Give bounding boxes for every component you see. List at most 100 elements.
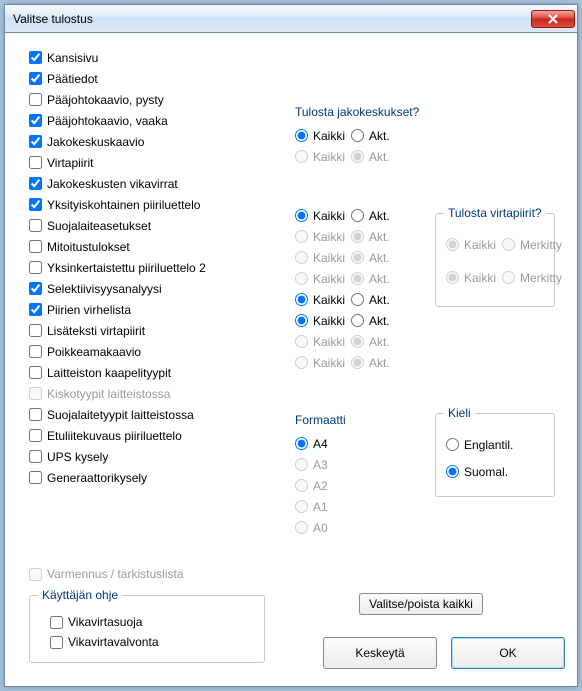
radio-option[interactable]: Kaikki: [295, 129, 345, 143]
section-jakokeskukset: Tulosta jakokeskukset? KaikkiAkt.KaikkiA…: [295, 105, 425, 167]
checkbox-row[interactable]: Poikkeamakaavio: [29, 341, 269, 362]
checkbox-row[interactable]: Jakokeskuskaavio: [29, 131, 269, 152]
ok-button[interactable]: OK: [451, 637, 565, 669]
radio-option: Merkitty: [502, 238, 562, 252]
list-checkbox[interactable]: [29, 282, 42, 295]
radio-row: KaikkiMerkitty: [446, 234, 544, 255]
jako-title: Tulosta jakokeskukset?: [295, 105, 425, 119]
radio-input: [295, 335, 308, 348]
list-checkbox[interactable]: [29, 366, 42, 379]
list-checkbox[interactable]: [29, 219, 42, 232]
checkbox-row[interactable]: Selektiivisyysanalyysi: [29, 278, 269, 299]
radio-option[interactable]: Kaikki: [295, 209, 345, 223]
list-checkbox[interactable]: [29, 72, 42, 85]
ohje-checkbox-row[interactable]: Vikavirtasuoja: [50, 612, 254, 632]
radio-option: Kaikki: [295, 335, 345, 349]
radio-option[interactable]: A3: [295, 458, 328, 472]
checkbox-row[interactable]: Piirien virhelista: [29, 299, 269, 320]
list-checkbox[interactable]: [29, 93, 42, 106]
list-checkbox[interactable]: [29, 135, 42, 148]
list-checkbox[interactable]: [29, 408, 42, 421]
radio-option[interactable]: A1: [295, 500, 328, 514]
radio-input[interactable]: [295, 293, 308, 306]
list-checkbox[interactable]: [29, 198, 42, 211]
list-checkbox[interactable]: [29, 261, 42, 274]
radio-input[interactable]: [351, 209, 364, 222]
list-checkbox[interactable]: [29, 177, 42, 190]
checkbox-row[interactable]: UPS kysely: [29, 446, 269, 467]
radio-option[interactable]: A4: [295, 437, 328, 451]
checkbox-row[interactable]: Generaattorikysely: [29, 467, 269, 488]
checkbox-row[interactable]: Päätiedot: [29, 68, 269, 89]
checkbox-row[interactable]: Pääjohtokaavio, vaaka: [29, 110, 269, 131]
radio-input[interactable]: [295, 458, 308, 471]
radio-input[interactable]: [295, 129, 308, 142]
section-piiri-radios: KaikkiAkt.KaikkiAkt.KaikkiAkt.KaikkiAkt.…: [295, 205, 425, 373]
checkbox-label: Päätiedot: [47, 72, 98, 86]
checkbox-row[interactable]: Yksityiskohtainen piiriluettelo: [29, 194, 269, 215]
radio-input[interactable]: [351, 314, 364, 327]
radio-row: A2: [295, 475, 415, 496]
ohje-checkbox-row[interactable]: Vikavirtavalvonta: [50, 632, 254, 652]
close-button[interactable]: [531, 10, 575, 28]
radio-input[interactable]: [295, 500, 308, 513]
checkbox-row[interactable]: Laitteiston kaapelityypit: [29, 362, 269, 383]
radio-option: Kaikki: [295, 356, 345, 370]
list-checkbox[interactable]: [29, 303, 42, 316]
checkbox-row[interactable]: Virtapiirit: [29, 152, 269, 173]
cancel-button[interactable]: Keskeytä: [323, 637, 437, 669]
radio-input[interactable]: [446, 465, 459, 478]
radio-row: KaikkiAkt.: [295, 247, 425, 268]
list-checkbox[interactable]: [29, 114, 42, 127]
checkbox-row[interactable]: Suojalaitetyypit laitteistossa: [29, 404, 269, 425]
varmennus-label: Varmennus / tarkistuslista: [47, 567, 184, 581]
radio-input[interactable]: [295, 479, 308, 492]
radio-input[interactable]: [351, 293, 364, 306]
radio-input[interactable]: [295, 314, 308, 327]
checkbox-row[interactable]: Yksinkertaistettu piiriluettelo 2: [29, 257, 269, 278]
radio-option[interactable]: Kaikki: [295, 293, 345, 307]
select-all-button[interactable]: Valitse/poista kaikki: [359, 593, 483, 615]
list-checkbox[interactable]: [29, 156, 42, 169]
radio-option[interactable]: Kaikki: [295, 314, 345, 328]
radio-input[interactable]: [295, 209, 308, 222]
list-checkbox[interactable]: [29, 450, 42, 463]
radio-option[interactable]: Akt.: [351, 129, 390, 143]
radio-option[interactable]: A0: [295, 521, 328, 535]
checkbox-row[interactable]: Jakokeskusten vikavirrat: [29, 173, 269, 194]
checkbox-row[interactable]: Kansisivu: [29, 47, 269, 68]
radio-option: Merkitty: [502, 271, 562, 285]
ohje-checkbox[interactable]: [50, 636, 63, 649]
list-checkbox[interactable]: [29, 51, 42, 64]
radio-option[interactable]: Akt.: [351, 314, 390, 328]
radio-input[interactable]: [295, 437, 308, 450]
radio-option[interactable]: Akt.: [351, 293, 390, 307]
ohje-checkbox[interactable]: [50, 616, 63, 629]
radio-option: Akt.: [351, 230, 390, 244]
ohje-title: Käyttäjän ohje: [38, 588, 122, 602]
list-checkbox[interactable]: [29, 324, 42, 337]
radio-option: Kaikki: [446, 238, 496, 252]
checkbox-label: Jakokeskusten vikavirrat: [47, 177, 178, 191]
radio-input: [295, 272, 308, 285]
list-checkbox: [29, 387, 42, 400]
radio-input[interactable]: [351, 129, 364, 142]
radio-input[interactable]: [446, 438, 459, 451]
checkbox-row[interactable]: Pääjohtokaavio, pysty: [29, 89, 269, 110]
checkbox-row[interactable]: Mitoitustulokset: [29, 236, 269, 257]
list-checkbox[interactable]: [29, 240, 42, 253]
radio-option[interactable]: Suomal.: [446, 465, 508, 479]
list-checkbox[interactable]: [29, 345, 42, 358]
radio-option[interactable]: Englantil.: [446, 438, 513, 452]
radio-input: [295, 356, 308, 369]
checkbox-row[interactable]: Lisäteksti virtapiirit: [29, 320, 269, 341]
radio-option[interactable]: A2: [295, 479, 328, 493]
radio-input: [351, 230, 364, 243]
list-checkbox[interactable]: [29, 471, 42, 484]
radio-option[interactable]: Akt.: [351, 209, 390, 223]
radio-input[interactable]: [295, 521, 308, 534]
radio-option: Akt.: [351, 356, 390, 370]
list-checkbox[interactable]: [29, 429, 42, 442]
checkbox-row[interactable]: Suojalaiteasetukset: [29, 215, 269, 236]
checkbox-row[interactable]: Etuliitekuvaus piiriluettelo: [29, 425, 269, 446]
